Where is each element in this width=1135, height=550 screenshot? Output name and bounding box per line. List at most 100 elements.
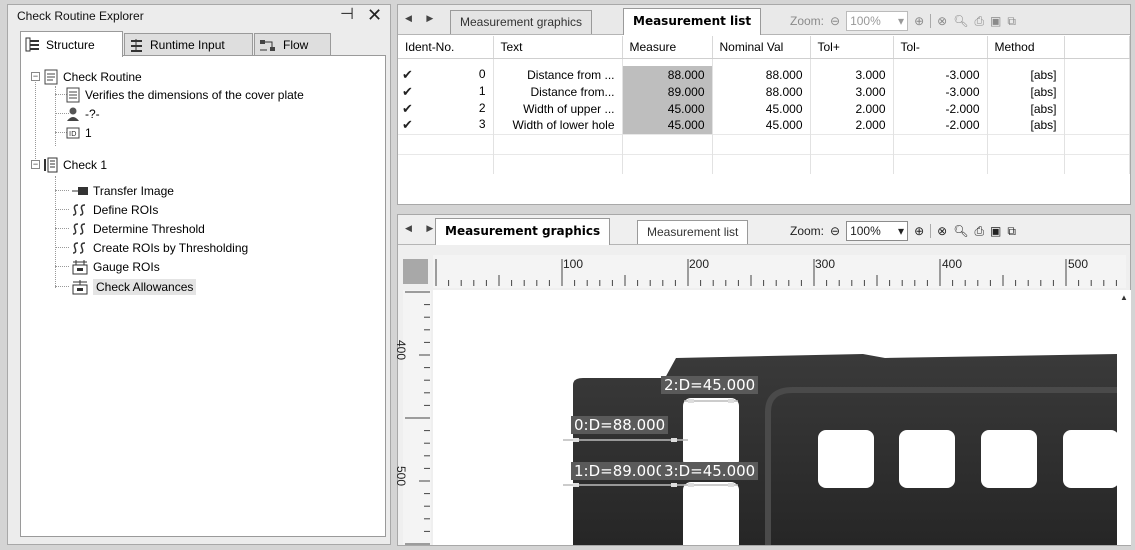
tol-minus-cell: -2.000 xyxy=(893,100,988,117)
print-icon[interactable]: ⎙ xyxy=(974,224,984,239)
structure-tree: − Check Routine Verifies the dimensions … xyxy=(20,55,386,537)
method-cell: [abs] xyxy=(987,83,1065,100)
tree-node-step[interactable]: Determine Threshold xyxy=(71,219,205,239)
chevron-down-icon: ▾ xyxy=(898,14,905,28)
measure-cell: 89.000 xyxy=(622,83,713,100)
method-cell: [abs] xyxy=(987,66,1065,83)
magnifier-icon[interactable]: 🔍︎ xyxy=(953,224,968,238)
tree-node-user[interactable]: -?- xyxy=(65,104,100,124)
print-icon[interactable]: ⎙ xyxy=(974,14,984,29)
tab-scroll-arrows[interactable]: ◀ ▶ xyxy=(405,13,439,24)
tab-flow-label: Flow xyxy=(283,38,309,52)
col-tol-minus[interactable]: Tol- xyxy=(893,36,988,59)
tree-node-id[interactable]: ID 1 xyxy=(65,123,92,143)
separator xyxy=(930,224,932,238)
copy-icon[interactable]: ⧉ xyxy=(1007,14,1016,29)
chevron-down-icon: ▾ xyxy=(898,224,905,238)
tab-structure[interactable]: Structure xyxy=(20,31,123,57)
copy-icon[interactable]: ⧉ xyxy=(1007,224,1016,239)
ruler-label: 500 xyxy=(1068,257,1089,271)
nominal-cell: 45.000 xyxy=(712,100,811,117)
vertical-scrollbar[interactable]: ▲ xyxy=(1117,290,1131,545)
camera-icon xyxy=(72,187,88,195)
col-nominal[interactable]: Nominal Val xyxy=(712,36,811,59)
tree-node-step[interactable]: Define ROIs xyxy=(71,200,158,220)
col-measure[interactable]: Measure xyxy=(622,36,713,59)
allowance-icon xyxy=(72,280,88,295)
measure-cell: 88.000 xyxy=(622,66,713,83)
tol-plus-cell: 3.000 xyxy=(810,66,894,83)
col-ident-no[interactable]: Ident-No. xyxy=(398,36,494,59)
bottom-toolbar: Zoom: ⊖ 100% ▾ ⊕ ⊗ 🔍︎ ⎙ ▣ ⧉ xyxy=(790,220,1016,242)
script-icon xyxy=(72,242,86,254)
table-row[interactable]: ✔ 3 Width of lower hole 45.000 45.000 2.0… xyxy=(398,117,1130,134)
vertical-ruler: 400 500 xyxy=(394,290,431,545)
image-canvas[interactable]: 2:D=45.000 0:D=88.000 1:D=89.000 3:D=45.… xyxy=(433,290,1117,545)
tree-node-label: Check Allowances xyxy=(93,279,197,295)
tree-node-step-selected[interactable]: Check Allowances xyxy=(71,277,197,297)
zoom-in-icon[interactable]: ⊕ xyxy=(914,14,924,28)
table-header: Ident-No. Text Measure Nominal Val Tol+ … xyxy=(398,36,1130,59)
tree-node-check-1[interactable]: Check 1 xyxy=(43,155,107,175)
tree-node-check-routine[interactable]: Check Routine xyxy=(43,67,142,87)
zoom-value: 100% xyxy=(850,14,881,28)
tab-measurement-graphics[interactable]: Measurement graphics xyxy=(435,218,611,245)
reset-zoom-icon[interactable]: ⊗ xyxy=(937,14,947,28)
zoom-select[interactable]: 100% ▾ xyxy=(846,221,909,241)
ruler-ticks xyxy=(435,259,1117,286)
pin-icon[interactable]: ⊣ xyxy=(340,5,354,25)
save-icon[interactable]: ▣ xyxy=(990,14,1001,28)
zoom-out-icon[interactable]: ⊖ xyxy=(830,224,840,238)
ruler-label: 400 xyxy=(942,257,963,271)
tab-measurement-graphics[interactable]: Measurement graphics xyxy=(450,10,593,34)
table-row[interactable]: ✔ 2 Width of upper ... 45.000 45.000 2.00… xyxy=(398,100,1130,117)
zoom-select[interactable]: 100% ▾ xyxy=(846,11,909,31)
save-icon[interactable]: ▣ xyxy=(990,224,1001,238)
annotation-label: 0:D=88.000 xyxy=(571,416,669,434)
tree-node-label: Check Routine xyxy=(63,70,142,84)
table-row[interactable]: ✔ 0 Distance from ... 88.000 88.000 3.000… xyxy=(398,66,1130,83)
tab-measurement-list[interactable]: Measurement list xyxy=(637,220,749,244)
col-text[interactable]: Text xyxy=(493,36,623,59)
tab-flow[interactable]: Flow xyxy=(254,33,331,56)
zoom-in-icon[interactable]: ⊕ xyxy=(914,224,924,238)
tree-node-label: Determine Threshold xyxy=(93,222,205,236)
svg-text:ID: ID xyxy=(69,130,76,138)
collapse-check-icon[interactable]: − xyxy=(31,160,40,169)
method-cell: [abs] xyxy=(987,117,1065,134)
col-method[interactable]: Method xyxy=(987,36,1065,59)
table-row[interactable]: ✔ 1 Distance from... 89.000 88.000 3.000 … xyxy=(398,83,1130,100)
tree-node-label: Define ROIs xyxy=(93,203,159,217)
ok-check-icon: ✔ xyxy=(402,66,413,82)
tree-node-step[interactable]: Transfer Image xyxy=(71,181,174,201)
ruler-label: 500 xyxy=(394,466,408,487)
measure-cell: 45.000 xyxy=(622,117,713,134)
collapse-routine-icon[interactable]: − xyxy=(31,72,40,81)
nominal-cell: 45.000 xyxy=(712,117,811,134)
cover-plate-image xyxy=(563,354,1117,545)
tol-minus-cell: -2.000 xyxy=(893,117,988,134)
tree-node-step[interactable]: Gauge ROIs xyxy=(71,257,160,277)
tree-node-description[interactable]: Verifies the dimensions of the cover pla… xyxy=(65,85,304,105)
tree-node-step[interactable]: Create ROIs by Thresholding xyxy=(71,238,248,258)
tree-node-label: Transfer Image xyxy=(93,184,174,198)
user-icon xyxy=(67,107,79,121)
top-toolbar: Zoom: ⊖ 100% ▾ ⊕ ⊗ 🔍︎ ⎙ ▣ ⧉ xyxy=(790,10,1016,32)
reset-zoom-icon[interactable]: ⊗ xyxy=(937,224,947,238)
ruler-ticks xyxy=(405,291,430,545)
col-tol-plus[interactable]: Tol+ xyxy=(810,36,894,59)
ident-cell: ✔ 2 xyxy=(398,100,494,117)
close-icon[interactable]: ✕ xyxy=(367,5,382,25)
text-cell: Width of lower hole xyxy=(493,117,623,134)
tree-node-label: -?- xyxy=(85,107,100,121)
magnifier-icon[interactable]: 🔍︎ xyxy=(953,14,968,28)
ruler-corner[interactable] xyxy=(403,259,428,284)
tree-node-label: Create ROIs by Thresholding xyxy=(93,241,249,255)
check-routine-explorer: Check Routine Explorer ⊣ ✕ Structure Run… xyxy=(7,4,391,545)
scroll-up-icon[interactable]: ▲ xyxy=(1120,293,1128,302)
annotation-label: 2:D=45.000 xyxy=(661,376,759,394)
tab-measurement-list[interactable]: Measurement list xyxy=(623,8,762,35)
measure-cell: 45.000 xyxy=(622,100,713,117)
zoom-out-icon[interactable]: ⊖ xyxy=(830,14,840,28)
tab-runtime-input[interactable]: Runtime Input xyxy=(124,33,253,56)
